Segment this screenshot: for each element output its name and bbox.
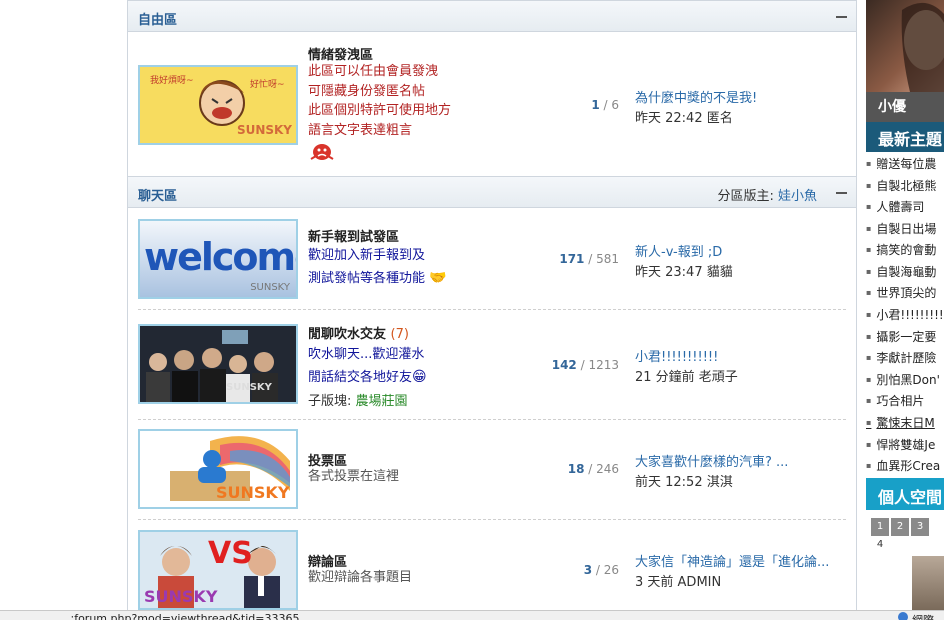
angry-face-icon <box>308 141 336 164</box>
thumb-watermark: SUNSKY <box>226 382 272 393</box>
personal-space-title: 個人空間 <box>866 478 944 510</box>
new-post-count: (7) <box>390 327 409 342</box>
forum-thumbnail[interactable]: welcome SUNSKY <box>138 219 298 299</box>
space-photo[interactable] <box>912 556 944 610</box>
forum-description: 各式投票在這裡 <box>308 469 400 484</box>
sub-forum: 子版塊: 農場莊園 <box>308 394 408 409</box>
forum-row: VS SUNSKY 辯論區 歡迎辯論各事題目 3 / 26 大家信「神造論」還是… <box>128 519 856 610</box>
right-sidebar: 小優 最新主題 贈送每位農 自製北極熊 人體壽司 自製日出場 搞笑的會動 自製海… <box>866 0 944 610</box>
status-bar: ...;forum.php?mod=viewthread&tid=33365 網… <box>0 610 944 620</box>
user-name-label[interactable]: 小優 <box>866 92 944 122</box>
forum-description: 歡迎辯論各事題目 <box>308 570 413 585</box>
list-item[interactable]: 小君!!!!!!!!!! <box>866 306 944 323</box>
list-item[interactable]: 巧合相片 <box>866 392 924 409</box>
collapse-icon[interactable] <box>836 192 847 194</box>
category-header-chat: 聊天區 分區版主: 娃小魚 <box>128 176 856 208</box>
list-item[interactable]: 人體壽司 <box>866 198 924 215</box>
page-button[interactable]: 2 <box>891 518 909 536</box>
forum-description: 歡迎加入新手報到及 測試發帖等各種功能 🤝 <box>308 248 447 286</box>
svg-text:我好煩呀~: 我好煩呀~ <box>150 74 194 86</box>
thumb-watermark: SUNSKY <box>144 587 218 606</box>
svg-text:好忙呀~: 好忙呀~ <box>250 78 285 90</box>
list-item[interactable]: 血異形Crea <box>866 457 940 474</box>
last-post-link[interactable]: 為什麼中獎的不是我! <box>635 87 757 106</box>
page-button[interactable]: 3 <box>911 518 929 536</box>
forum-thumbnail[interactable]: 我好煩呀~ 好忙呀~ SUNSKY <box>138 65 298 145</box>
last-post-link[interactable]: 小君!!!!!!!!!!! <box>635 346 718 365</box>
category-title[interactable]: 聊天區 <box>138 185 177 204</box>
list-item[interactable]: 自製北極熊 <box>866 177 936 194</box>
category-title[interactable]: 自由區 <box>138 9 177 28</box>
forum-row: SUNSKY 閒聊吹水交友 (7) 吹水聊天...歡迎灌水 閒話結交各地好友😁 … <box>128 309 856 420</box>
forum-description: 此區可以任由會員發洩 可隱藏身份發匿名帖 此區個別特許可使用地方 語言文字表達粗… <box>308 64 452 138</box>
moderator-link[interactable]: 娃小魚 <box>778 189 817 204</box>
list-item[interactable]: 攝影一定要 <box>866 328 936 345</box>
forum-stats: 142 / 1213 <box>551 358 619 372</box>
last-post-meta: 昨天 22:42 匿名 <box>635 111 733 126</box>
last-post-meta: 21 分鐘前 老頑子 <box>635 370 738 385</box>
list-item[interactable]: 世界頂尖的 <box>866 284 936 301</box>
list-item[interactable]: 別怕黑Don' <box>866 371 940 388</box>
thumb-watermark: SUNSKY <box>250 282 290 293</box>
forum-name[interactable]: 情緒發洩區 <box>308 44 373 63</box>
forum-stats: 1 / 6 <box>591 98 619 112</box>
status-url: ...;forum.php?mod=viewthread&tid=33365 <box>60 612 300 620</box>
page-button[interactable]: 4 <box>871 536 889 554</box>
last-post-meta: 前天 12:52 淇淇 <box>635 475 733 490</box>
list-item[interactable]: 自製日出場 <box>866 220 936 237</box>
thumb-watermark: SUNSKY <box>236 123 292 137</box>
forum-thumbnail[interactable]: SUNSKY <box>138 429 298 509</box>
forum-name[interactable]: 新手報到試發區 <box>308 226 399 245</box>
forum-row: SUNSKY 投票區 各式投票在這裡 18 / 246 大家喜歡什麼樣的汽車? … <box>128 419 856 520</box>
forum-description: 吹水聊天...歡迎灌水 閒話結交各地好友😁 <box>308 347 427 385</box>
last-post-meta: 昨天 23:47 貓貓 <box>635 265 733 280</box>
last-post-meta: 3 天前 ADMIN <box>635 575 722 590</box>
thumb-watermark: SUNSKY <box>216 483 290 502</box>
thumb-vs: VS <box>208 536 253 571</box>
list-item[interactable]: 李獻計歷險 <box>866 349 936 366</box>
list-item[interactable]: 驚悚末日M <box>866 414 934 431</box>
category-moderator: 分區版主: 娃小魚 <box>717 189 817 204</box>
last-post-link[interactable]: 大家喜歡什麼樣的汽車? ... <box>635 451 788 470</box>
page-button[interactable]: 1 <box>871 518 889 536</box>
forum-stats: 171 / 581 <box>559 252 619 266</box>
list-item[interactable]: 自製海龜動 <box>866 263 936 280</box>
last-post-link[interactable]: 新人-v-報到 ;D <box>635 241 722 260</box>
sub-forum-link[interactable]: 農場莊園 <box>356 394 408 409</box>
forum-list: 自由區 我好煩呀~ 好忙呀~ SUNSKY 情緒發洩區 此區可以任由會員發洩 可… <box>127 0 857 610</box>
category-header-free: 自由區 <box>128 0 856 32</box>
collapse-icon[interactable] <box>836 16 847 18</box>
zone-label: 網際 <box>912 612 934 620</box>
forum-row: welcome SUNSKY 新手報到試發區 歡迎加入新手報到及 測試發帖等各種… <box>128 209 856 310</box>
grin-face-icon: 😁 <box>412 369 427 385</box>
latest-topics-title: 最新主題 <box>866 122 944 152</box>
forum-row: 我好煩呀~ 好忙呀~ SUNSKY 情緒發洩區 此區可以任由會員發洩 可隱藏身份… <box>128 33 856 177</box>
list-item[interactable]: 贈送每位農 <box>866 155 936 172</box>
last-post-link[interactable]: 大家信「神造論」還是「進化論... <box>635 551 829 570</box>
forum-name[interactable]: 閒聊吹水交友 (7) <box>308 323 409 342</box>
thumb-word: welcome <box>144 235 296 279</box>
globe-icon <box>898 612 908 620</box>
handshake-icon: 🤝 <box>429 270 447 286</box>
pagination: 1 2 3 4 <box>871 518 944 554</box>
list-item[interactable]: 悍將雙雄Je <box>866 436 935 453</box>
forum-thumbnail[interactable]: SUNSKY <box>138 324 298 404</box>
list-item[interactable]: 搞笑的會動 <box>866 241 936 258</box>
forum-thumbnail[interactable]: VS SUNSKY <box>138 530 298 610</box>
forum-stats: 3 / 26 <box>583 563 619 577</box>
user-photo[interactable] <box>866 0 944 93</box>
forum-stats: 18 / 246 <box>567 462 619 476</box>
